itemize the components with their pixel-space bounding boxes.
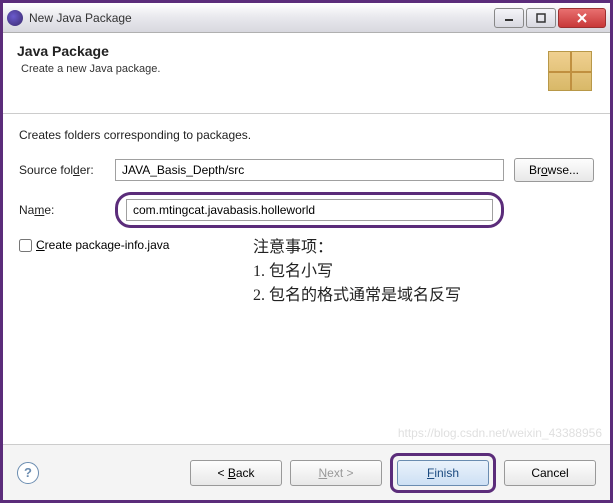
page-description: Create a new Java package. bbox=[21, 63, 540, 75]
package-info-label: Create package-info.java bbox=[36, 238, 169, 252]
name-highlight bbox=[115, 192, 504, 228]
titlebar: New Java Package bbox=[3, 3, 610, 33]
help-icon[interactable]: ? bbox=[17, 462, 39, 484]
maximize-button[interactable] bbox=[526, 8, 556, 28]
watermark-text: https://blog.csdn.net/weixin_43388956 bbox=[398, 426, 602, 440]
name-row: Name: bbox=[19, 192, 594, 228]
minimize-button[interactable] bbox=[494, 8, 524, 28]
source-folder-label: Source folder: bbox=[19, 163, 115, 177]
dialog-footer: ? < Back Next > Finish Cancel bbox=[3, 444, 610, 500]
package-info-checkbox[interactable] bbox=[19, 239, 32, 252]
cancel-button[interactable]: Cancel bbox=[504, 460, 596, 486]
note-line-2: 2. 包名的格式通常是域名反写 bbox=[253, 284, 461, 308]
next-button: Next > bbox=[290, 460, 382, 486]
name-input[interactable] bbox=[126, 199, 493, 221]
close-button[interactable] bbox=[558, 8, 606, 28]
note-line-1: 1. 包名小写 bbox=[253, 260, 461, 284]
dialog-content: Creates folders corresponding to package… bbox=[3, 114, 610, 266]
page-title: Java Package bbox=[17, 43, 540, 59]
name-label: Name: bbox=[19, 203, 115, 217]
browse-button[interactable]: Browse... bbox=[514, 158, 594, 182]
back-button[interactable]: < Back bbox=[190, 460, 282, 486]
window-title: New Java Package bbox=[29, 11, 492, 25]
source-folder-input[interactable] bbox=[115, 159, 504, 181]
annotation-notes: 注意事项： 1. 包名小写 2. 包名的格式通常是域名反写 bbox=[253, 236, 461, 308]
finish-highlight: Finish bbox=[390, 453, 496, 493]
eclipse-icon bbox=[7, 10, 23, 26]
dialog-header: Java Package Create a new Java package. bbox=[3, 33, 610, 114]
package-icon bbox=[540, 43, 596, 99]
finish-button[interactable]: Finish bbox=[397, 460, 489, 486]
note-title: 注意事项： bbox=[253, 236, 461, 260]
instruction-text: Creates folders corresponding to package… bbox=[19, 128, 594, 142]
source-folder-row: Source folder: Browse... bbox=[19, 158, 594, 182]
